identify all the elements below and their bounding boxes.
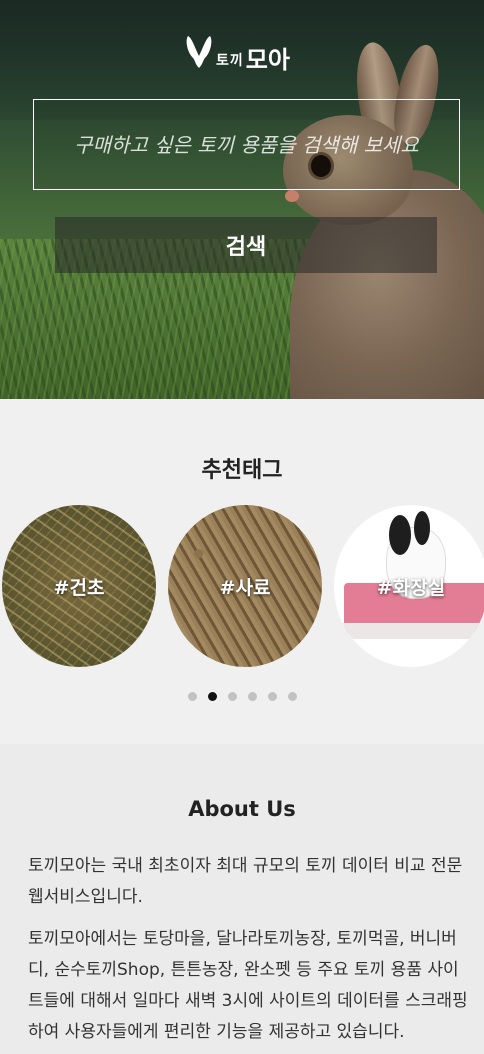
carousel-dot[interactable] (227, 692, 237, 701)
rabbit-nose (285, 190, 299, 202)
carousel-dot[interactable] (287, 692, 297, 701)
carousel-pagination (0, 692, 484, 701)
recommended-tags-section: 추천태그 #건초 #사료 #화장실 (0, 399, 484, 744)
carousel-dot[interactable] (187, 692, 197, 701)
section-title: 추천태그 (201, 458, 283, 483)
tag-litter[interactable]: #화장실 (334, 505, 484, 667)
site-logo[interactable]: 토끼 모아 (184, 32, 290, 72)
section-title: About Us (188, 797, 296, 821)
logo-text-small: 토끼 (216, 53, 244, 69)
carousel-dot[interactable] (267, 692, 277, 701)
tag-feed[interactable]: #사료 (168, 505, 322, 667)
search-input[interactable] (33, 99, 460, 190)
tag-hay[interactable]: #건초 (2, 505, 156, 667)
rabbit-ears-logo-icon (186, 36, 212, 68)
tag-label: #사료 (219, 576, 271, 599)
carousel-dot-active[interactable] (207, 692, 217, 701)
about-section: About Us 토끼모아는 국내 최초이자 최대 규모의 토끼 데이터 비교 … (0, 744, 484, 1054)
tag-label: #화장실 (376, 576, 446, 599)
hero-banner: 토끼 모아 검색 (0, 0, 484, 399)
about-paragraph: 토끼모아에서는 토당마을, 달나라토끼농장, 토끼먹골, 버니버디, 순수토끼S… (28, 929, 468, 1042)
about-paragraph: 토끼모아는 국내 최초이자 최대 규모의 토끼 데이터 비교 전문 웹서비스입니… (28, 856, 463, 907)
carousel-dot[interactable] (247, 692, 257, 701)
tag-label: #건초 (53, 576, 105, 599)
logo-text-big: 모아 (245, 46, 290, 74)
search-button[interactable]: 검색 (55, 217, 437, 273)
